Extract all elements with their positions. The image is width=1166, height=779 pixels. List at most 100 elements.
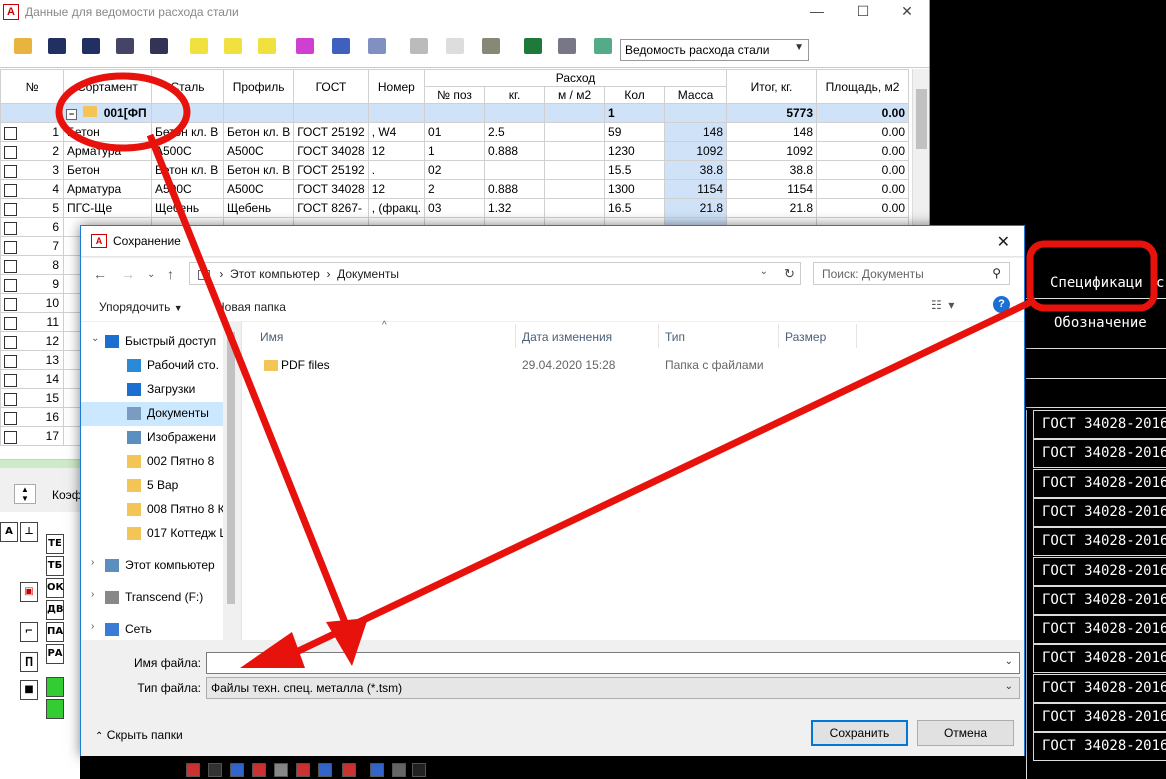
cell-kg[interactable] [484,160,546,180]
row-checkbox[interactable] [4,240,17,254]
cell-profile[interactable]: Бетон кл. В [222,122,295,142]
cell-steel[interactable]: Щебень [151,198,224,218]
expand-icon[interactable]: › [91,621,94,632]
row-number[interactable]: 12 [0,331,64,351]
expand-icon[interactable]: ⌄ [91,333,99,344]
cell-number[interactable]: , W4 [367,122,426,142]
cell-mass[interactable]: 38.8 [664,160,728,180]
row-checkbox[interactable] [4,430,17,444]
col-total[interactable]: Итог, кг. [726,69,818,104]
cell-kg[interactable]: 2.5 [484,122,546,142]
col-header-type[interactable]: Тип [665,330,685,344]
frame-icon[interactable] [252,763,266,777]
forward-arrow-icon[interactable]: → [121,266,135,282]
tool-button[interactable]: ТЕ [46,534,64,554]
open-folder-icon[interactable] [14,38,32,54]
tool-button[interactable]: ДВ [46,600,64,620]
row-checkbox[interactable] [4,392,17,406]
nav-item[interactable]: › Сеть [81,618,239,640]
row-checkbox[interactable] [4,202,17,216]
grid-icon[interactable] [230,763,244,777]
col-m-m2[interactable]: м / м2 [544,86,606,104]
settings-table-icon[interactable] [594,38,612,54]
sheet-icon[interactable] [370,763,384,777]
col-pos[interactable]: № поз [424,86,486,104]
cell-pos[interactable]: 1 [424,141,486,161]
table-icon[interactable] [186,763,200,777]
col-header-name[interactable]: Имя [260,330,283,344]
row-number[interactable]: 7 [0,236,64,256]
save-button[interactable]: Сохранить [811,720,908,746]
cell-pos[interactable]: 01 [424,122,486,142]
row-checkbox[interactable] [4,259,17,273]
add-folder-icon[interactable] [190,38,208,54]
cell-area[interactable]: 0.00 [816,141,910,161]
row-number[interactable]: 16 [0,407,64,427]
expand-collapse-icon[interactable]: − [66,109,77,120]
cell-area[interactable]: 0.00 [816,198,910,218]
row-number[interactable]: 6 [0,217,64,237]
delete-folder-icon[interactable] [258,38,276,54]
row-number[interactable]: 17 [0,426,64,446]
expand-icon[interactable]: › [91,557,94,568]
col-qty[interactable]: Кол [604,86,666,104]
close-icon[interactable] [412,763,426,777]
cell-area[interactable]: 0.00 [816,160,910,180]
cell-pos[interactable]: 02 [424,160,486,180]
cell-mass[interactable]: 148 [664,122,728,142]
row-checkbox[interactable] [4,278,17,292]
group-name-cell[interactable]: − 001[ФП [0,103,152,123]
tool-button[interactable]: ОК [46,578,64,598]
col-header-size[interactable]: Размер [785,330,826,344]
cell-name[interactable]: Бетон [63,122,152,142]
green-cube-icon[interactable] [46,677,64,697]
cell-steel[interactable]: Бетон кл. В [151,122,224,142]
nav-item[interactable]: › Transcend (F:) [81,586,239,610]
marker-icon[interactable] [296,763,310,777]
cell-steel[interactable]: А500С [151,179,224,199]
col-header-date[interactable]: Дата изменения [522,330,612,344]
cell-area[interactable]: 0.00 [816,122,910,142]
cell-mass[interactable]: 1154 [664,179,728,199]
cell-number[interactable]: , (фракц. [367,198,426,218]
nav-item[interactable]: Загрузки⚲ [81,378,239,402]
text-tool-icon[interactable]: A [0,522,18,542]
cell-m-m2[interactable] [544,179,606,199]
group-row[interactable]: − 001[ФП 1 5773 0.00 [0,103,910,123]
cell-name[interactable]: Арматура [63,141,152,161]
help-icon[interactable]: ? [993,296,1010,313]
row-number[interactable]: 2 [0,141,64,161]
maximize-button[interactable]: ☐ [840,0,886,24]
chevron-down-icon[interactable]: ⌄ [1005,656,1013,667]
cell-m-m2[interactable] [544,122,606,142]
row-number[interactable]: 14 [0,369,64,389]
layout-icon[interactable] [318,763,332,777]
row-checkbox[interactable] [4,411,17,425]
dimension-icon[interactable] [208,763,222,777]
new-folder-button[interactable]: Новая папка [216,300,286,314]
col-name[interactable]: Сортамент [63,69,152,104]
layer-tool-icon[interactable]: ⊥ [20,522,38,542]
row-number[interactable]: 11 [0,312,64,332]
cell-name[interactable]: Арматура [63,179,152,199]
filetype-select[interactable]: Файлы техн. спец. металла (*.tsm) ⌄ [206,677,1020,699]
row-number[interactable]: 13 [0,350,64,370]
cell-total[interactable]: 38.8 [726,160,818,180]
cell-gost[interactable]: ГОСТ 34028 [293,179,369,199]
table-row[interactable]: 5 ПГС-Ще Щебень Щебень ГОСТ 8267-, (фракц. 03… [0,198,910,218]
row-number[interactable]: 4 [0,179,64,199]
cell-profile[interactable]: Бетон кл. В [222,160,295,180]
cell-total[interactable]: 1154 [726,179,818,199]
address-chevron-icon[interactable]: ⌄ [760,266,768,277]
cell-number[interactable]: . [367,160,426,180]
col-kg[interactable]: кг. [484,86,546,104]
copy-icon[interactable] [410,38,428,54]
calculator-icon[interactable] [150,38,168,54]
nav-item[interactable]: Документы⚲ [81,402,239,426]
col-gost[interactable]: ГОСТ [293,69,369,104]
nav-item[interactable]: 5 Вар [81,474,239,498]
breadcrumb-computer[interactable]: Этот компьютер [230,267,320,281]
col-area[interactable]: Площадь, м2 [816,69,910,104]
delete-row-icon[interactable] [368,38,386,54]
excel-icon[interactable] [524,38,542,54]
